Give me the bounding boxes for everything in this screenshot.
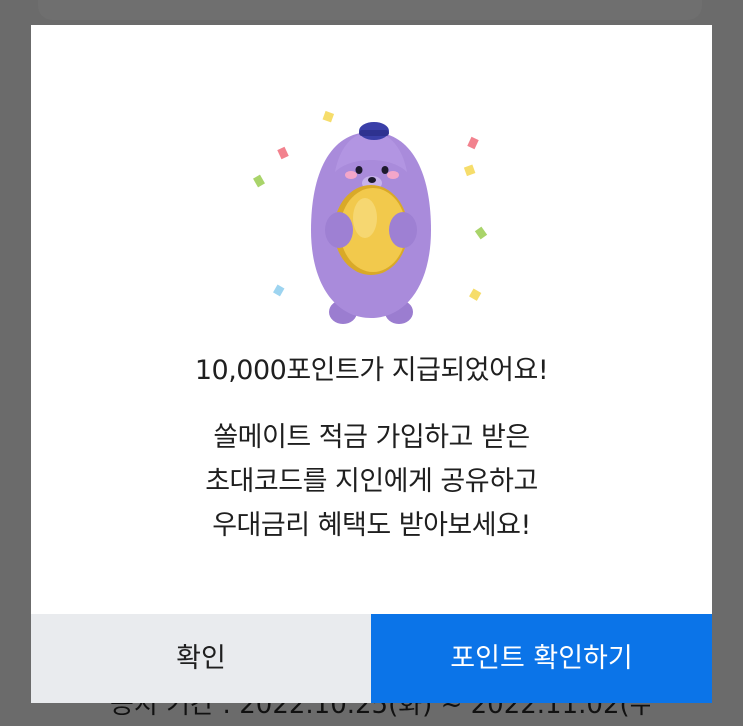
- points-awarded-modal: 10,000포인트가 지급되었어요! 쏠메이트 적금 가입하고 받은 초대코드를…: [31, 25, 712, 703]
- mascot-right-paw: [389, 212, 417, 248]
- referral-description: 쏠메이트 적금 가입하고 받은 초대코드를 지인에게 공유하고 우대금리 혜택도…: [31, 416, 712, 548]
- description-line-2: 초대코드를 지인에게 공유하고: [205, 466, 538, 497]
- confetti-yellow-low: [469, 288, 482, 301]
- confetti-green-left: [253, 174, 265, 188]
- confetti-blue-left: [273, 284, 285, 297]
- confetti-pink-right: [467, 136, 479, 150]
- background-card: [38, 0, 702, 20]
- mascot-left-eye: [355, 166, 363, 174]
- description-line-1: 쏠메이트 적금 가입하고 받은: [213, 422, 530, 453]
- confetti-green-right: [474, 226, 488, 240]
- mascot-right-eye: [381, 166, 389, 174]
- confirm-button[interactable]: 확인: [31, 614, 371, 703]
- mascot-illustration: [253, 110, 488, 324]
- mascot-left-paw: [325, 212, 353, 248]
- confetti-yellow-top: [322, 110, 335, 123]
- check-points-button[interactable]: 포인트 확인하기: [371, 614, 712, 703]
- confetti-yellow-right: [463, 164, 476, 177]
- points-awarded-headline: 10,000포인트가 지급되었어요!: [194, 355, 549, 386]
- description-line-3: 우대금리 혜택도 받아보세요!: [212, 510, 531, 541]
- confetti-pink-left: [277, 146, 289, 160]
